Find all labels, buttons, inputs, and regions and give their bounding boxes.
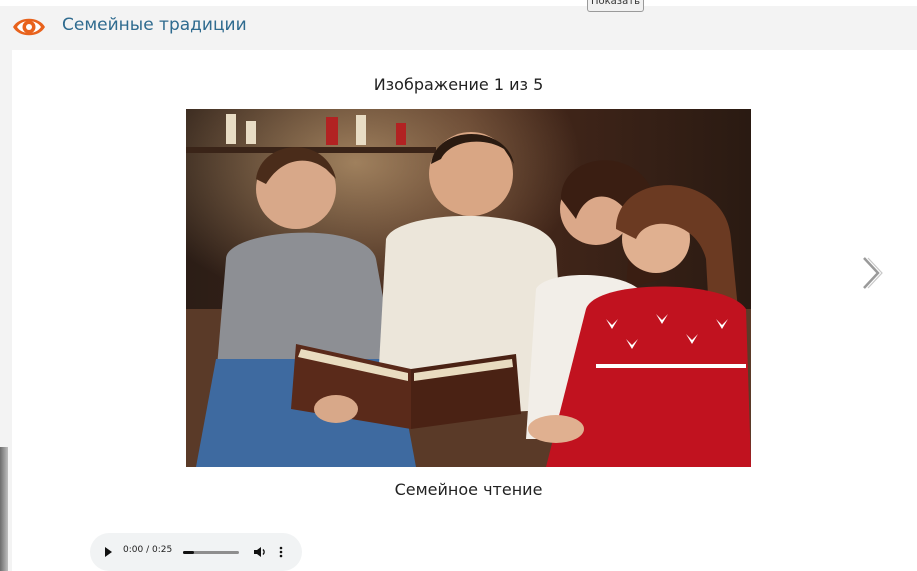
- play-icon[interactable]: [105, 547, 112, 557]
- audio-player: 0:00 / 0:25: [90, 533, 302, 571]
- site-header: Семейные традиции: [0, 6, 917, 50]
- more-vertical-icon[interactable]: [278, 545, 284, 559]
- image-caption: Семейное чтение: [394, 480, 543, 499]
- family-reading-photo: [186, 109, 751, 467]
- audio-progress-fill: [183, 551, 195, 554]
- audio-progress-track[interactable]: [183, 551, 239, 554]
- page: Семейные традиции Показать Изображение 1…: [0, 0, 917, 571]
- eye-icon[interactable]: [11, 13, 47, 41]
- chevron-right-icon[interactable]: [856, 254, 886, 292]
- left-window-edge: [0, 447, 8, 571]
- show-button[interactable]: Показать: [587, 0, 644, 12]
- volume-icon[interactable]: [253, 545, 267, 559]
- gallery-photo: [186, 109, 751, 467]
- image-counter: Изображение 1 из 5: [373, 75, 544, 94]
- site-title[interactable]: Семейные традиции: [62, 15, 247, 35]
- audio-time: 0:00 / 0:25: [123, 545, 173, 555]
